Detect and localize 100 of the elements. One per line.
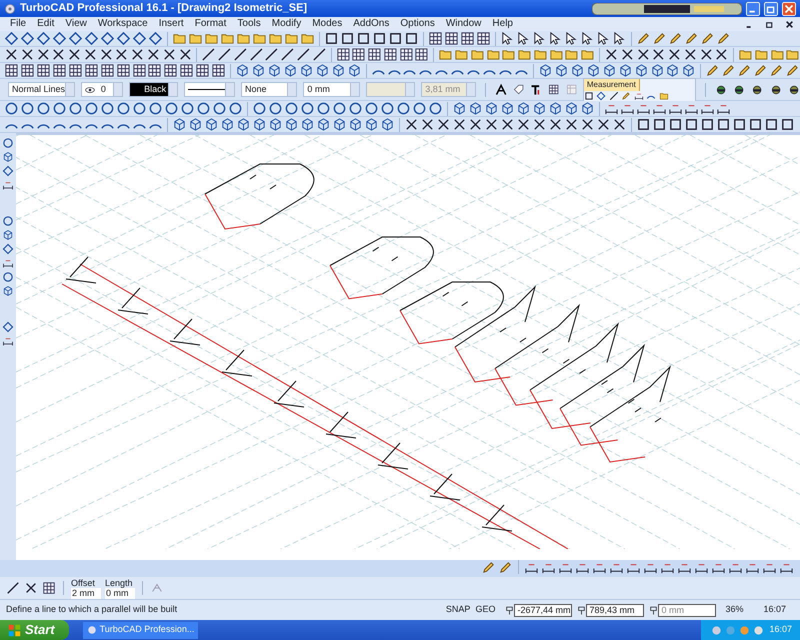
cross-icon[interactable] — [620, 47, 634, 62]
cube-icon[interactable] — [204, 117, 219, 132]
grid-icon[interactable] — [100, 63, 115, 78]
restore-icon[interactable] — [765, 20, 774, 28]
cross-icon[interactable] — [114, 47, 130, 62]
grid-icon[interactable] — [132, 63, 146, 78]
grid-icon[interactable] — [4, 63, 19, 78]
grid-icon[interactable] — [444, 31, 459, 46]
square-icon[interactable] — [356, 31, 371, 46]
menu-item[interactable]: Window — [446, 17, 482, 31]
cross-icon[interactable] — [636, 47, 650, 62]
menu-item[interactable]: AddOns — [353, 17, 390, 31]
square-icon[interactable] — [324, 31, 339, 46]
cross-icon[interactable] — [651, 47, 666, 62]
cube-icon[interactable] — [188, 117, 203, 132]
menu-item[interactable]: Workspace — [98, 17, 148, 31]
diamond-icon[interactable] — [116, 31, 131, 46]
cross-icon[interactable] — [484, 117, 499, 132]
grid-icon[interactable] — [476, 31, 491, 46]
grid-icon[interactable] — [382, 47, 398, 62]
cube-icon[interactable] — [2, 285, 14, 297]
square-icon[interactable] — [780, 117, 795, 132]
grid-icon[interactable] — [68, 63, 83, 78]
diamond-icon[interactable] — [2, 165, 14, 177]
cross-icon[interactable] — [36, 47, 50, 62]
circle-icon[interactable] — [36, 101, 51, 116]
diamond-icon[interactable] — [20, 31, 35, 46]
square-icon[interactable] — [748, 117, 763, 132]
square-icon[interactable] — [732, 117, 747, 132]
circle-icon[interactable] — [252, 101, 267, 116]
square-icon[interactable] — [764, 117, 779, 132]
cube-icon[interactable] — [538, 63, 553, 78]
grid-icon[interactable] — [147, 63, 162, 78]
cube-icon[interactable] — [235, 63, 250, 78]
grid-icon[interactable] — [398, 47, 414, 62]
cube-icon[interactable] — [532, 101, 547, 116]
cube-icon[interactable] — [172, 117, 187, 132]
line-icon[interactable] — [312, 47, 327, 62]
menu-item[interactable]: View — [65, 17, 87, 31]
grid-icon[interactable] — [42, 581, 56, 595]
cross-icon[interactable] — [162, 47, 177, 62]
menu-item[interactable]: File — [10, 17, 26, 31]
palette-tab[interactable]: Measurement — [584, 78, 640, 90]
circle-icon[interactable] — [412, 101, 427, 116]
cube-icon[interactable] — [251, 63, 266, 78]
diamond-icon[interactable] — [2, 243, 14, 255]
cube-icon[interactable] — [2, 151, 14, 163]
cube-icon[interactable] — [516, 101, 531, 116]
line-icon[interactable] — [280, 47, 296, 62]
circle-icon[interactable] — [2, 137, 14, 149]
cross-icon[interactable] — [24, 581, 38, 595]
cube-icon[interactable] — [314, 63, 330, 78]
table-icon[interactable] — [548, 83, 560, 96]
cube-icon[interactable] — [284, 117, 299, 132]
cube-icon[interactable] — [586, 63, 601, 78]
cube-icon[interactable] — [580, 101, 595, 116]
diamond-icon[interactable] — [36, 31, 51, 46]
cross-icon[interactable] — [604, 47, 619, 62]
grid-icon[interactable] — [195, 63, 210, 78]
diamond-icon[interactable] — [68, 31, 83, 46]
diamond-icon[interactable] — [596, 90, 606, 100]
cube-icon[interactable] — [300, 117, 315, 132]
diamond-icon[interactable] — [132, 31, 147, 46]
cube-icon[interactable] — [564, 101, 579, 116]
grid-icon[interactable] — [336, 47, 350, 62]
square-icon[interactable] — [404, 31, 419, 46]
close-icon[interactable] — [785, 20, 794, 28]
line-icon[interactable] — [248, 47, 264, 62]
grid-icon[interactable] — [36, 63, 51, 78]
circle-icon[interactable] — [428, 101, 443, 116]
menu-item[interactable]: Insert — [158, 17, 184, 31]
square-icon[interactable] — [388, 31, 403, 46]
start-button[interactable]: Start — [0, 620, 69, 640]
menu-item[interactable]: Help — [492, 17, 513, 31]
circle-icon[interactable] — [396, 101, 411, 116]
cube-icon[interactable] — [316, 117, 331, 132]
menu-item[interactable]: Options — [400, 17, 435, 31]
cube-icon[interactable] — [380, 117, 395, 132]
grid-icon[interactable] — [116, 63, 130, 78]
cross-icon[interactable] — [98, 47, 114, 62]
circle-icon[interactable] — [348, 101, 363, 116]
cross-icon[interactable] — [564, 117, 579, 132]
cube-icon[interactable] — [364, 117, 379, 132]
grid-icon[interactable] — [20, 63, 35, 78]
grid-icon[interactable] — [428, 31, 443, 46]
diamond-icon[interactable] — [148, 31, 163, 46]
circle-icon[interactable] — [100, 101, 115, 116]
input-field[interactable]: 0 mm — [105, 588, 135, 598]
cross-icon[interactable] — [500, 117, 515, 132]
circle-icon[interactable] — [196, 101, 211, 116]
menu-item[interactable]: Modify — [272, 17, 302, 31]
circle-icon[interactable] — [116, 101, 131, 116]
line-style-dropdown[interactable] — [184, 82, 236, 97]
dropdown[interactable]: Normal Lines — [8, 82, 75, 97]
cube-icon[interactable] — [570, 63, 585, 78]
tag-icon[interactable] — [512, 83, 524, 96]
cross-icon[interactable] — [420, 117, 435, 132]
line-icon[interactable] — [217, 47, 232, 62]
square-icon[interactable] — [716, 117, 731, 132]
cube-icon[interactable] — [330, 63, 346, 78]
